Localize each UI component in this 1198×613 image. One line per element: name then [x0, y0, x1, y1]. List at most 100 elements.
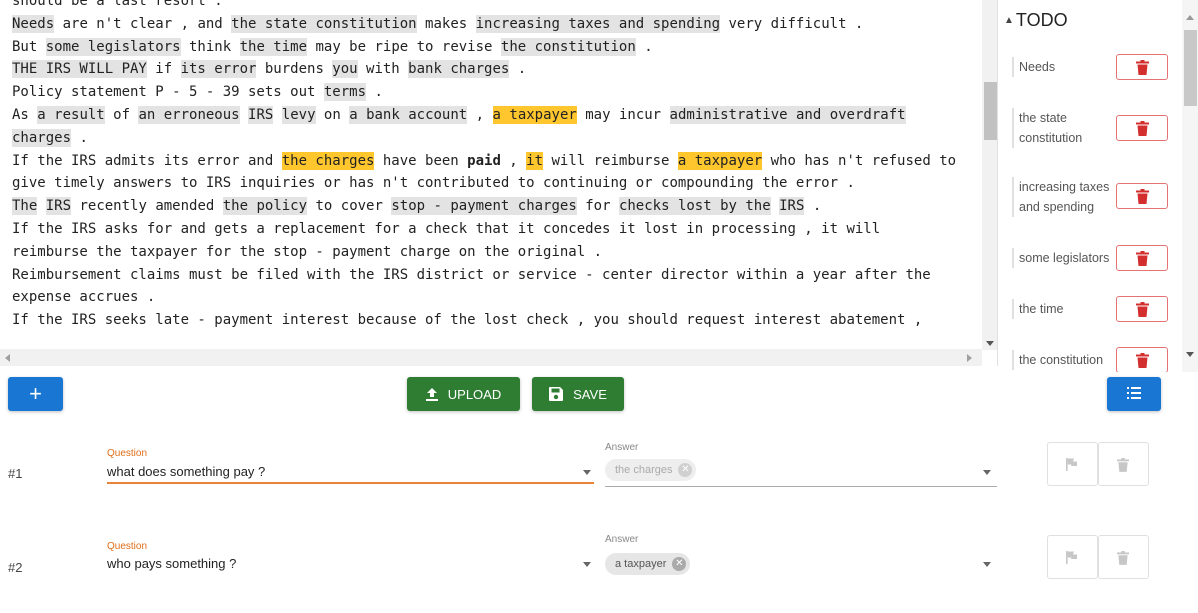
highlighted-span[interactable]: the state constitution	[231, 14, 417, 33]
upload-icon	[425, 387, 438, 401]
text-span	[771, 197, 779, 215]
question-input[interactable]: what does something pay ?	[107, 464, 594, 479]
highlighted-span[interactable]: a taxpayer	[492, 105, 577, 124]
text-span: on	[315, 106, 350, 123]
highlighted-span[interactable]: a result	[37, 105, 105, 124]
todo-title[interactable]: ▲ TODO	[1004, 10, 1068, 31]
flag-button[interactable]	[1047, 442, 1098, 486]
text-span: .	[366, 84, 383, 101]
text-span: ,	[500, 152, 527, 169]
text-span: give timely answers to IRS inquiries or …	[12, 175, 855, 192]
highlighted-span[interactable]: terms	[323, 83, 367, 102]
text-span: to cover	[307, 198, 392, 215]
todo-panel: ▲ TODO Needs the state constitution incre…	[1000, 0, 1198, 372]
answer-label: Answer	[605, 534, 639, 545]
todo-list-button[interactable]	[1107, 377, 1161, 411]
highlighted-span[interactable]: stop - payment charges	[391, 197, 577, 216]
text-span: very difficult .	[720, 15, 864, 32]
answer-chip[interactable]: a taxpayer ✕	[605, 553, 691, 575]
document-line: As a result of an erroneous IRS levy on …	[12, 104, 980, 127]
add-button-label: +	[29, 381, 42, 406]
answer-dropdown-icon[interactable]	[983, 562, 991, 567]
delete-todo-button[interactable]	[1116, 54, 1168, 80]
text-span: with	[357, 61, 409, 78]
scroll-down-arrow-icon[interactable]	[1186, 352, 1194, 357]
highlighted-span[interactable]: IRS	[779, 197, 805, 216]
delete-todo-button[interactable]	[1116, 296, 1168, 322]
question-dropdown-icon[interactable]	[583, 562, 591, 567]
flag-icon	[1066, 551, 1077, 564]
text-span: of	[104, 106, 139, 123]
highlighted-span[interactable]: it	[526, 151, 544, 170]
question-input[interactable]: who pays something ?	[107, 556, 594, 571]
highlighted-span[interactable]: bank charges	[408, 60, 510, 79]
highlighted-span[interactable]: administrative and overdraft	[669, 105, 906, 124]
highlighted-span[interactable]: checks lost by the	[618, 197, 771, 216]
remove-chip-icon[interactable]: ✕	[678, 463, 693, 477]
highlighted-span[interactable]: levy	[281, 105, 316, 124]
answer-dropdown-icon[interactable]	[983, 470, 991, 475]
flag-icon	[1066, 458, 1077, 471]
todo-scrollbar[interactable]	[1182, 0, 1198, 372]
document-vertical-scrollbar[interactable]	[982, 0, 997, 350]
highlighted-span[interactable]: increasing taxes and spending	[475, 14, 721, 33]
text-span: But	[12, 38, 46, 55]
highlighted-span[interactable]: the constitution	[500, 37, 636, 56]
question-dropdown-icon[interactable]	[583, 470, 591, 475]
highlighted-span[interactable]: you	[332, 60, 358, 79]
text-span: If the IRS admits its error and	[12, 152, 282, 169]
delete-todo-button[interactable]	[1116, 347, 1168, 372]
delete-question-button[interactable]	[1098, 535, 1149, 579]
trash-icon	[1117, 551, 1129, 565]
document-line: Policy statement P - 5 - 39 sets out ter…	[12, 81, 980, 104]
text-span: recently amended	[71, 198, 223, 215]
highlighted-span[interactable]: IRS	[45, 197, 72, 216]
delete-question-button[interactable]	[1098, 442, 1149, 486]
remove-chip-icon[interactable]: ✕	[672, 557, 687, 571]
upload-button-label: UPLOAD	[447, 386, 502, 402]
text-span: paid	[467, 152, 501, 169]
delete-todo-button[interactable]	[1116, 115, 1168, 141]
text-span: may be ripe to revise	[307, 38, 501, 55]
answer-label: Answer	[605, 442, 639, 453]
save-button[interactable]: SAVE	[532, 377, 624, 411]
answer-chip[interactable]: the charges ✕	[605, 459, 697, 481]
todo-item-label: the time	[1012, 299, 1116, 319]
scroll-left-arrow-icon[interactable]	[5, 354, 10, 362]
highlighted-span[interactable]: the policy	[222, 197, 308, 216]
highlighted-span[interactable]: its error	[180, 60, 257, 79]
document-horizontal-scrollbar[interactable]	[0, 349, 982, 366]
upload-button[interactable]: UPLOAD	[407, 377, 520, 411]
scroll-right-arrow-icon[interactable]	[967, 354, 972, 362]
text-span	[37, 197, 45, 215]
todo-scroll-thumb[interactable]	[1184, 30, 1197, 106]
highlighted-span[interactable]: a bank account	[349, 105, 468, 124]
highlighted-span[interactable]: some legislators	[45, 37, 181, 56]
highlighted-span[interactable]: IRS	[248, 105, 274, 124]
highlighted-span[interactable]: a taxpayer	[677, 151, 763, 170]
highlighted-span[interactable]: THE IRS WILL PAY	[12, 60, 147, 79]
highlighted-span[interactable]: Needs	[12, 14, 55, 33]
highlighted-span[interactable]: the time	[239, 37, 308, 56]
trash-icon	[1117, 458, 1129, 472]
text-span: should be a last resort .	[12, 0, 223, 9]
text-span: If the IRS asks for and gets a replaceme…	[12, 220, 881, 237]
flag-button[interactable]	[1047, 535, 1098, 579]
text-span: As	[12, 106, 38, 123]
scroll-down-arrow-icon[interactable]	[986, 341, 994, 346]
caret-up-icon: ▲	[1004, 15, 1014, 26]
text-span	[240, 106, 248, 124]
delete-todo-button[interactable]	[1116, 245, 1168, 271]
document-line: give timely answers to IRS inquiries or …	[12, 172, 980, 195]
highlighted-span[interactable]: charges	[12, 128, 72, 147]
highlighted-span[interactable]: The	[12, 197, 38, 216]
delete-todo-button[interactable]	[1116, 183, 1168, 209]
vertical-scroll-thumb[interactable]	[984, 82, 997, 140]
scroll-up-arrow-icon[interactable]	[1186, 15, 1194, 20]
document-line: If the IRS admits its error and the char…	[12, 150, 980, 173]
add-question-button[interactable]: +	[8, 377, 63, 411]
document-text-panel: should be a last resort . Needs are n't c…	[0, 0, 998, 366]
text-span: burdens	[256, 61, 333, 78]
highlighted-span[interactable]: an erroneous	[138, 105, 240, 124]
highlighted-span[interactable]: the charges	[281, 151, 375, 170]
